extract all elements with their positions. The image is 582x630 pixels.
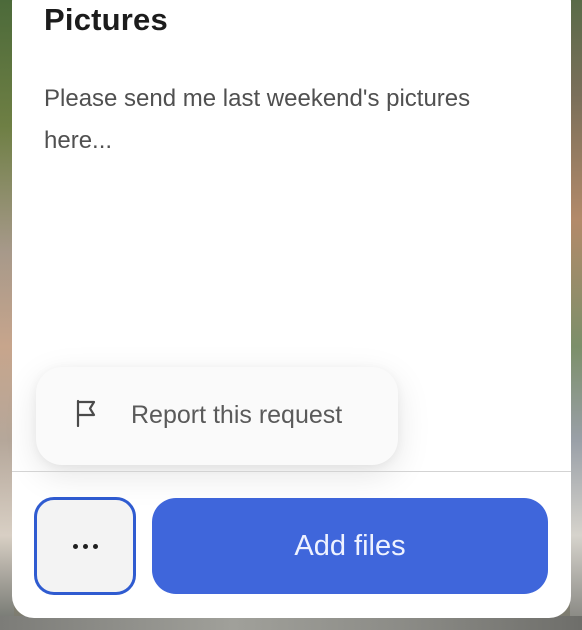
report-request-menu-item[interactable]: Report this request bbox=[36, 367, 398, 465]
flag-icon bbox=[76, 399, 96, 427]
background-photo-bottom bbox=[0, 616, 582, 630]
report-request-label: Report this request bbox=[131, 401, 343, 429]
request-title: Pictures bbox=[44, 2, 168, 37]
request-message: Please send me last weekend's pictures h… bbox=[44, 85, 471, 154]
add-files-button[interactable]: Add files bbox=[152, 498, 548, 594]
footer-divider bbox=[12, 471, 571, 472]
request-card: Pictures Please send me last weekend's p… bbox=[12, 0, 571, 618]
more-options-button[interactable] bbox=[34, 497, 136, 595]
more-horizontal-icon bbox=[72, 543, 98, 549]
background-photo-right bbox=[570, 0, 582, 630]
